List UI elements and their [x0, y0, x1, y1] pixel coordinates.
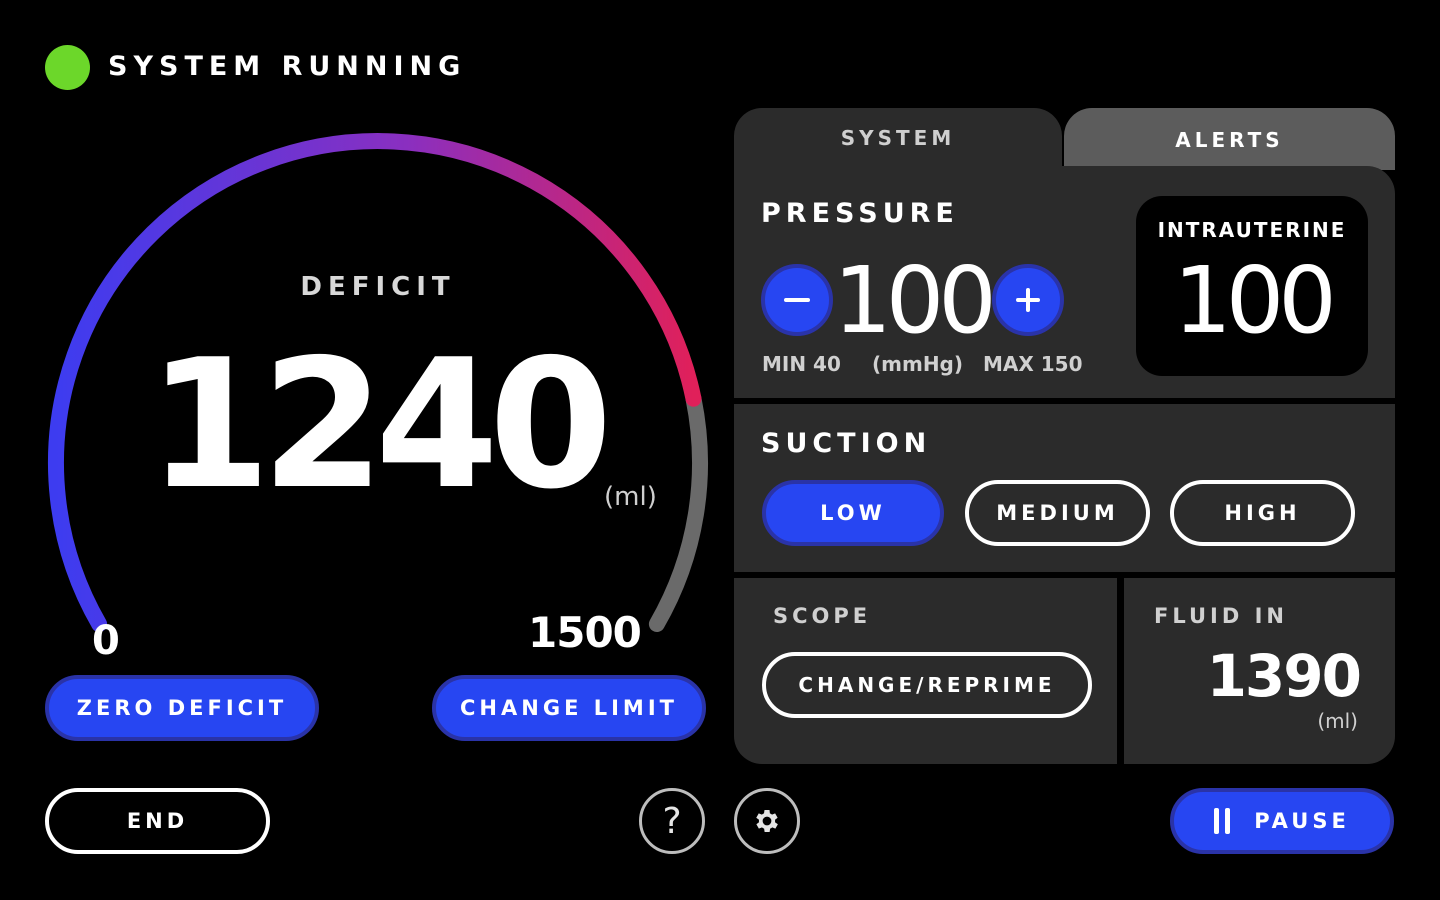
gauge-max-label: 1500	[528, 608, 642, 657]
pressure-max-label: MAX 150	[983, 352, 1083, 376]
fluid-in-title: FLUID IN	[1154, 604, 1288, 628]
fluid-in-value: 1390	[1206, 642, 1362, 710]
pause-icon	[1214, 808, 1236, 834]
tab-system-label: SYSTEM	[840, 126, 956, 150]
end-button[interactable]: END	[45, 788, 270, 854]
pause-label: PAUSE	[1254, 809, 1350, 833]
help-icon: ?	[662, 800, 682, 842]
pressure-value: 100	[833, 247, 997, 354]
pressure-min-label: MIN 40	[762, 352, 841, 376]
pressure-decrease-button[interactable]	[761, 264, 833, 336]
suction-medium-button[interactable]: MEDIUM	[965, 480, 1150, 546]
pause-button[interactable]: PAUSE	[1170, 788, 1394, 854]
zero-deficit-button[interactable]: ZERO DEFICIT	[45, 675, 319, 741]
minus-icon	[784, 298, 810, 302]
deficit-value: 1240	[147, 321, 612, 528]
status-dot-icon	[45, 45, 90, 90]
suction-title: SUCTION	[761, 428, 932, 459]
help-button[interactable]: ?	[639, 788, 705, 854]
suction-high-button[interactable]: HIGH	[1170, 480, 1355, 546]
fluid-in-unit: (ml)	[1317, 709, 1358, 733]
tab-system[interactable]: SYSTEM	[734, 108, 1062, 188]
pressure-increase-button[interactable]	[992, 264, 1064, 336]
tab-alerts[interactable]: ALERTS	[1064, 108, 1395, 170]
change-reprime-button[interactable]: CHANGE/REPRIME	[762, 652, 1092, 718]
settings-button[interactable]	[734, 788, 800, 854]
suction-low-button[interactable]: LOW	[762, 480, 944, 546]
pressure-title: PRESSURE	[761, 198, 959, 229]
pressure-unit: (mmHg)	[872, 352, 964, 376]
gauge-min-label: 0	[92, 618, 120, 664]
deficit-unit: (ml)	[604, 482, 657, 512]
status-text: SYSTEM RUNNING	[108, 51, 467, 82]
deficit-label: DEFICIT	[300, 272, 456, 302]
tab-alerts-label: ALERTS	[1175, 128, 1284, 152]
intrauterine-label: INTRAUTERINE	[1157, 218, 1347, 242]
plus-icon	[1016, 288, 1040, 312]
scope-title: SCOPE	[773, 604, 872, 628]
gear-icon	[756, 810, 778, 832]
change-limit-button[interactable]: CHANGE LIMIT	[432, 675, 706, 741]
intrauterine-value: 100	[1173, 247, 1337, 354]
gauge-track	[648, 390, 708, 632]
